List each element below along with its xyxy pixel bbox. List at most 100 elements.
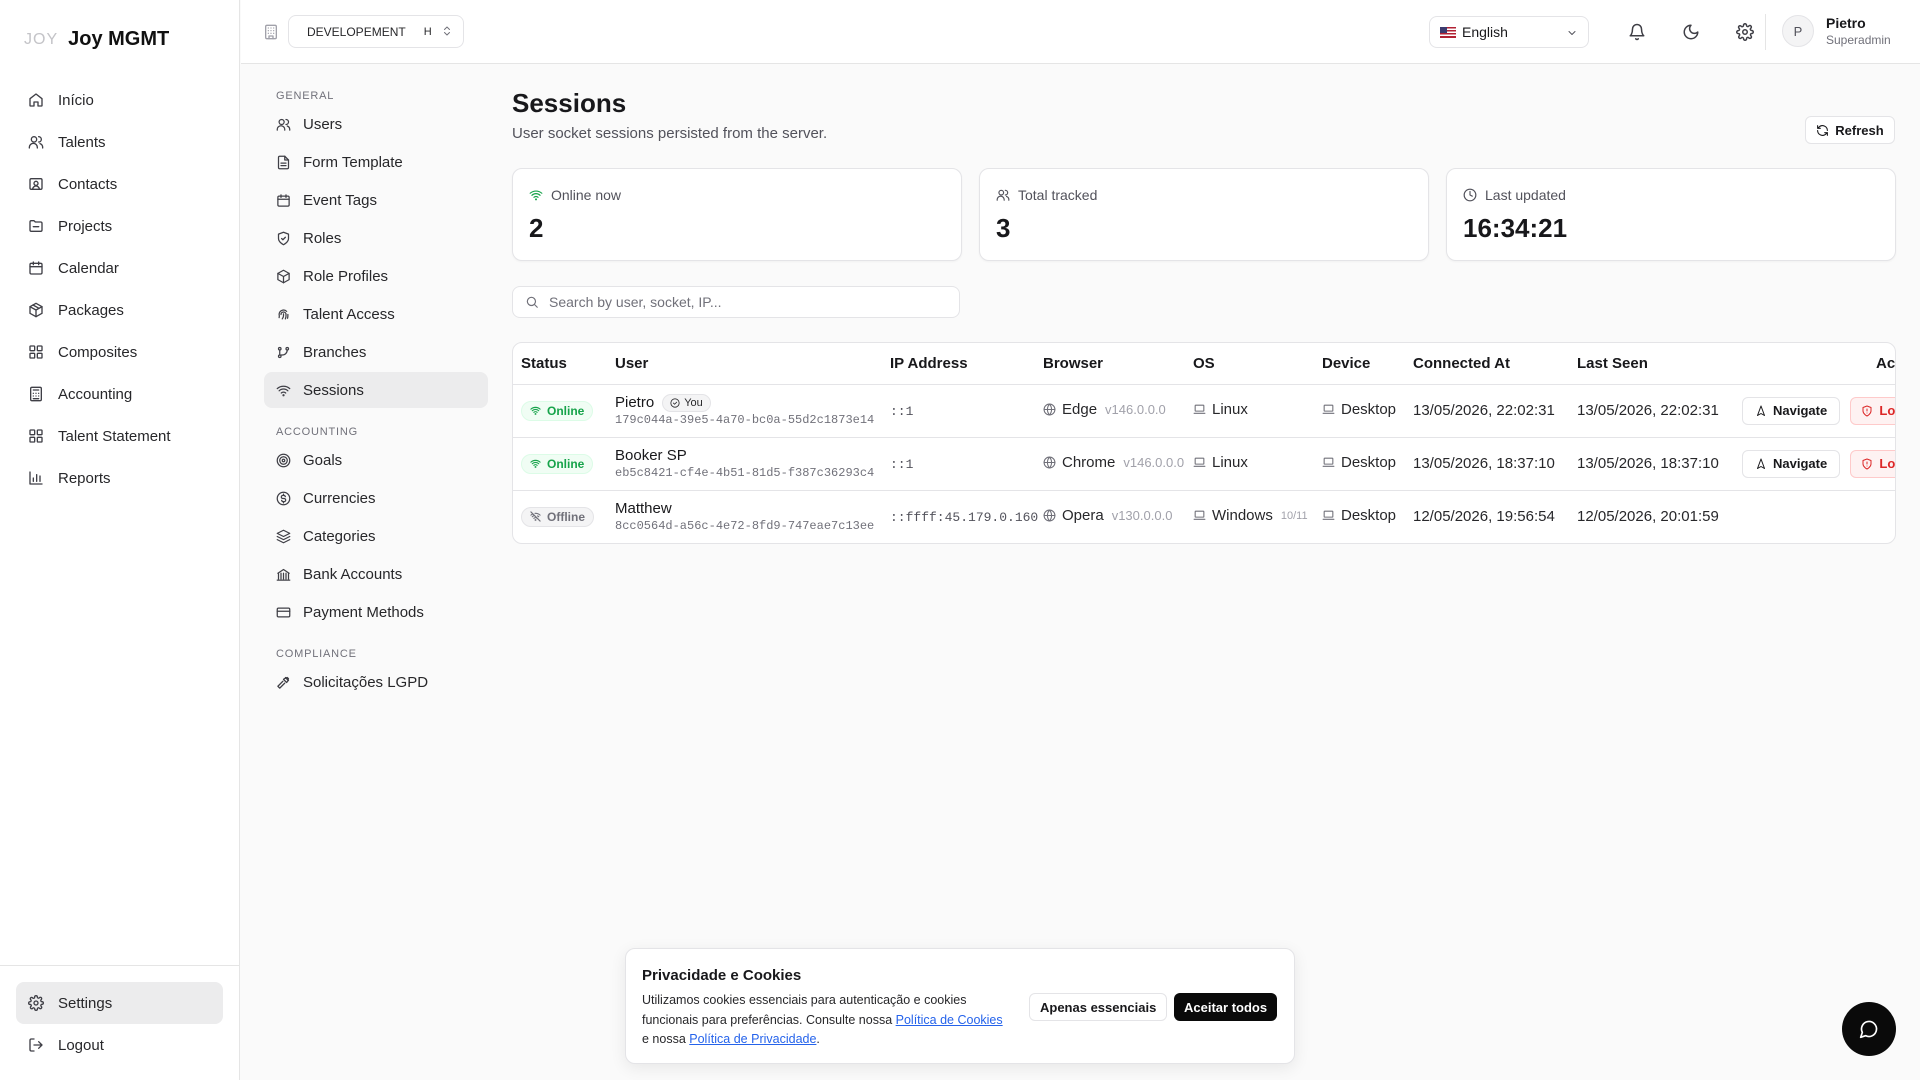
subnav-item-payment-methods[interactable]: Payment Methods xyxy=(264,594,488,630)
stat-label-total: Total tracked xyxy=(996,187,1097,203)
subnav-item-label: Payment Methods xyxy=(303,603,424,621)
laptop-icon xyxy=(1322,403,1335,416)
subnav-item-branches[interactable]: Branches xyxy=(264,334,488,370)
sidebar-item-label: Projects xyxy=(58,217,113,235)
sidebar-item-accounting[interactable]: Accounting xyxy=(16,373,224,415)
table-row[interactable]: Online Pietro You 179c044a-39e5-4a70-bc0… xyxy=(513,384,1895,438)
subnav-item-label: Event Tags xyxy=(303,191,377,209)
sidebar-item-talents[interactable]: Talents xyxy=(16,121,224,163)
sidebar-item-logout[interactable]: Logout xyxy=(16,1024,223,1066)
table-row[interactable]: Online Booker SP eb5c8421-cf4e-4b51-81d5… xyxy=(513,437,1895,491)
actions-cell: Navigate Lo xyxy=(1734,384,1895,438)
user-menu[interactable]: P Pietro Superadmin xyxy=(1782,14,1891,48)
notifications-button[interactable] xyxy=(1623,18,1651,46)
navigate-button[interactable]: Navigate xyxy=(1742,449,1841,478)
package-icon xyxy=(276,269,291,284)
navigate-button[interactable]: Navigate xyxy=(1742,396,1841,425)
subnav-item-role-profiles[interactable]: Role Profiles xyxy=(264,258,488,294)
status-badge: Online xyxy=(521,453,594,474)
subnav-item-label: Categories xyxy=(303,527,376,545)
file-text-icon xyxy=(276,155,291,170)
status-cell: Offline xyxy=(513,490,607,543)
subnav-item-label: Solicitações LGPD xyxy=(303,673,429,691)
subnav-item-roles[interactable]: Roles xyxy=(264,220,488,256)
sidebar-item-contacts[interactable]: Contacts xyxy=(16,163,224,205)
stat-card-updated: Last updated 16:34:21 xyxy=(1446,168,1896,261)
subnav-item-label: Currencies xyxy=(303,489,376,507)
force-logout-button[interactable]: Lo xyxy=(1850,449,1895,478)
git-branch-icon xyxy=(276,345,291,360)
essentials-only-button[interactable]: Apenas essenciais xyxy=(1029,993,1168,1021)
subnav-item-categories[interactable]: Categories xyxy=(264,518,488,554)
browser-version: v130.0.0.0 xyxy=(1111,508,1173,524)
actions-cell: Navigate Lo xyxy=(1734,437,1895,491)
subnav-item-event-tags[interactable]: Event Tags xyxy=(264,182,488,218)
refresh-button[interactable]: Refresh xyxy=(1805,116,1895,144)
subnav-item-users[interactable]: Users xyxy=(264,106,488,142)
environment-label: DEVELOPEMENT xyxy=(307,24,406,39)
sidebar-item-reports[interactable]: Reports xyxy=(16,457,224,499)
subnav-item-goals[interactable]: Goals xyxy=(264,442,488,478)
sidebar-item-talent-statement[interactable]: Talent Statement xyxy=(16,415,224,457)
column-header-status[interactable]: Status xyxy=(513,343,607,385)
table-row[interactable]: Offline Matthew 8cc0564d-a56c-4e72-8fd9-… xyxy=(513,490,1895,543)
column-header-browser[interactable]: Browser xyxy=(1035,343,1185,385)
stat-label-text: Last updated xyxy=(1485,187,1566,203)
calendar-icon xyxy=(276,193,291,208)
user-info: Pietro Superadmin xyxy=(1826,14,1891,48)
connected-at-cell: 13/05/2026, 18:37:10 xyxy=(1405,437,1569,491)
folder-icon xyxy=(28,218,44,234)
subnav-item-bank-accounts[interactable]: Bank Accounts xyxy=(264,556,488,592)
subnav-section-accounting: ACCOUNTING xyxy=(276,426,358,438)
accept-all-button[interactable]: Aceitar todos xyxy=(1174,993,1278,1021)
language-select[interactable]: English xyxy=(1429,16,1589,48)
environment-select[interactable]: DEVELOPEMENT H xyxy=(288,15,464,48)
sidebar-item-calendar[interactable]: Calendar xyxy=(16,247,224,289)
browser-name: Opera xyxy=(1062,507,1104,525)
subnav-item-currencies[interactable]: Currencies xyxy=(264,480,488,516)
browser-name: Chrome xyxy=(1062,454,1116,471)
logout-icon xyxy=(28,1037,44,1053)
sidebar-item-inicio[interactable]: Início xyxy=(16,79,224,121)
chat-button[interactable] xyxy=(1842,1002,1896,1056)
brand[interactable]: JOY Joy MGMT xyxy=(24,28,169,51)
os-cell: Linux xyxy=(1185,384,1314,438)
column-header-ip[interactable]: IP Address xyxy=(882,343,1035,385)
users-icon xyxy=(276,117,291,132)
refresh-icon xyxy=(1816,124,1829,137)
cookie-title: Privacidade e Cookies xyxy=(642,967,802,984)
connected-at-cell: 13/05/2026, 22:02:31 xyxy=(1405,384,1569,438)
chat-bubble-icon xyxy=(1859,1019,1879,1039)
stat-label-online: Online now xyxy=(529,187,621,203)
user-cell: Pietro You 179c044a-39e5-4a70-bc0a-55d2c… xyxy=(607,384,882,438)
home-icon xyxy=(28,92,44,108)
browser-cell: Edge v146.0.0.0 xyxy=(1035,384,1185,438)
main-sidebar: JOY Joy MGMT Início Talents Contacts Pro… xyxy=(0,0,240,1080)
search-input[interactable] xyxy=(549,294,929,310)
subnav-item-lgpd[interactable]: Solicitações LGPD xyxy=(264,664,488,700)
sidebar-item-composites[interactable]: Composites xyxy=(16,331,224,373)
cookie-policy-link[interactable]: Política de Cookies xyxy=(896,1013,1003,1027)
subnav-item-form-template[interactable]: Form Template xyxy=(264,144,488,180)
user-role: Superadmin xyxy=(1826,33,1891,47)
column-header-device[interactable]: Device xyxy=(1314,343,1405,385)
force-logout-button[interactable]: Lo xyxy=(1850,396,1895,425)
theme-toggle-button[interactable] xyxy=(1677,18,1705,46)
column-header-actions: Ac xyxy=(1734,343,1895,385)
subnav-item-talent-access[interactable]: Talent Access xyxy=(264,296,488,332)
column-header-os[interactable]: OS xyxy=(1185,343,1314,385)
privacy-policy-link[interactable]: Política de Privacidade xyxy=(689,1032,816,1046)
sidebar-item-packages[interactable]: Packages xyxy=(16,289,224,331)
bar-chart-icon xyxy=(28,470,44,486)
shield-alert-icon xyxy=(1861,405,1873,417)
page-title: Sessions xyxy=(512,88,627,118)
header-settings-button[interactable] xyxy=(1731,18,1759,46)
gavel-icon xyxy=(276,675,291,690)
sidebar-item-projects[interactable]: Projects xyxy=(16,205,224,247)
laptop-icon xyxy=(1193,509,1206,522)
column-header-user[interactable]: User xyxy=(607,343,882,385)
subnav-item-sessions[interactable]: Sessions xyxy=(264,372,488,408)
column-header-connected[interactable]: Connected At xyxy=(1405,343,1569,385)
column-header-last-seen[interactable]: Last Seen xyxy=(1569,343,1734,385)
sidebar-item-settings[interactable]: Settings xyxy=(16,982,223,1024)
